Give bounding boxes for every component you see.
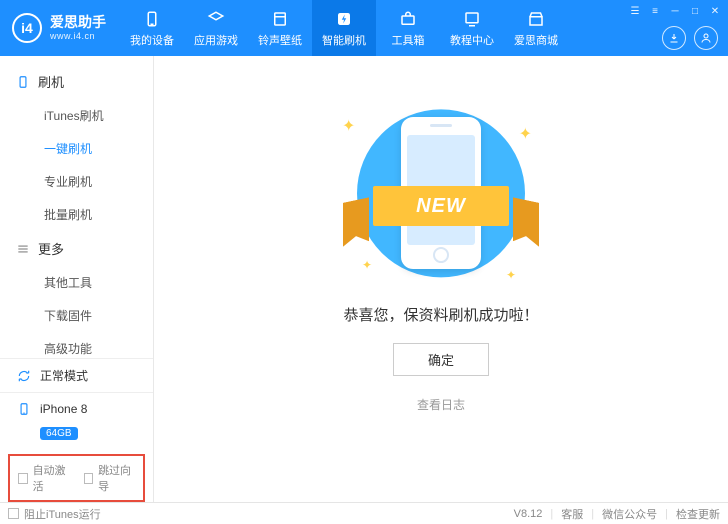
highlighted-options: 自动激活 跳过向导 xyxy=(8,454,145,502)
mode-label: 正常模式 xyxy=(40,367,88,384)
phone-icon xyxy=(16,401,32,417)
ok-button[interactable]: 确定 xyxy=(393,343,489,376)
support-link[interactable]: 客服 xyxy=(561,506,583,522)
success-message: 恭喜您，保资料刷机成功啦！ xyxy=(343,304,538,325)
check-update-link[interactable]: 检查更新 xyxy=(676,506,720,522)
main-nav: 我的设备 应用游戏 铃声壁纸 智能刷机 工具箱 教程中心 爱思商城 xyxy=(120,0,568,56)
ringtone-icon xyxy=(270,9,290,29)
device-name: iPhone 8 xyxy=(40,402,87,416)
apps-icon xyxy=(206,9,226,29)
wechat-link[interactable]: 微信公众号 xyxy=(602,506,657,522)
nav-my-device[interactable]: 我的设备 xyxy=(120,0,184,56)
sidebar-item-pro-flash[interactable]: 专业刷机 xyxy=(0,165,153,198)
minimize-icon[interactable]: ─ xyxy=(668,4,682,18)
menu-icon[interactable]: ≡ xyxy=(648,4,662,18)
block-itunes-checkbox[interactable]: 阻止iTunes运行 xyxy=(8,506,101,522)
success-illustration: NEW ✦ ✦ ✦ ✦ xyxy=(326,90,556,290)
skin-icon[interactable]: ☰ xyxy=(628,4,642,18)
device-row[interactable]: iPhone 8 64GB xyxy=(0,392,153,448)
sidebar-group-flash[interactable]: 刷机 xyxy=(0,64,153,99)
app-url: www.i4.cn xyxy=(50,31,106,42)
maximize-icon[interactable]: □ xyxy=(688,4,702,18)
sidebar: 刷机 iTunes刷机 一键刷机 专业刷机 批量刷机 更多 其他工具 下载固件 … xyxy=(0,56,154,502)
capacity-badge: 64GB xyxy=(40,427,78,440)
status-bar: 阻止iTunes运行 V8.12 | 客服 | 微信公众号 | 检查更新 xyxy=(0,502,728,524)
user-icon[interactable] xyxy=(694,26,718,50)
nav-label: 爱思商城 xyxy=(514,32,558,48)
nav-store[interactable]: 爱思商城 xyxy=(504,0,568,56)
nav-label: 铃声壁纸 xyxy=(258,32,302,48)
sidebar-item-batch-flash[interactable]: 批量刷机 xyxy=(0,198,153,231)
app-name: 爱思助手 xyxy=(50,14,106,31)
list-icon xyxy=(16,242,30,256)
auto-activate-checkbox[interactable]: 自动激活 xyxy=(18,462,70,494)
nav-label: 应用游戏 xyxy=(194,32,238,48)
download-icon[interactable] xyxy=(662,26,686,50)
phone-outline-icon xyxy=(16,75,30,89)
sparkle-icon: ✦ xyxy=(506,268,516,282)
sparkle-icon: ✦ xyxy=(342,116,355,136)
sidebar-item-download-fw[interactable]: 下载固件 xyxy=(0,299,153,332)
refresh-icon xyxy=(16,368,32,384)
nav-label: 教程中心 xyxy=(450,32,494,48)
nav-flash[interactable]: 智能刷机 xyxy=(312,0,376,56)
title-bar: i4 爱思助手 www.i4.cn 我的设备 应用游戏 铃声壁纸 智能刷机 工具… xyxy=(0,0,728,56)
nav-apps[interactable]: 应用游戏 xyxy=(184,0,248,56)
skip-wizard-checkbox[interactable]: 跳过向导 xyxy=(84,462,136,494)
main-content: NEW ✦ ✦ ✦ ✦ 恭喜您，保资料刷机成功啦！ 确定 查看日志 xyxy=(154,56,728,502)
view-log-link[interactable]: 查看日志 xyxy=(417,396,465,413)
nav-label: 工具箱 xyxy=(392,32,425,48)
version-label: V8.12 xyxy=(514,508,543,520)
sidebar-group-more[interactable]: 更多 xyxy=(0,231,153,266)
tutorial-icon xyxy=(462,9,482,29)
sidebar-group-title: 刷机 xyxy=(38,72,64,91)
nav-tutorial[interactable]: 教程中心 xyxy=(440,0,504,56)
nav-ringtone[interactable]: 铃声壁纸 xyxy=(248,0,312,56)
nav-label: 智能刷机 xyxy=(322,32,366,48)
sidebar-item-itunes-flash[interactable]: iTunes刷机 xyxy=(0,99,153,132)
sidebar-item-oneclick-flash[interactable]: 一键刷机 xyxy=(0,132,153,165)
store-icon xyxy=(526,9,546,29)
nav-label: 我的设备 xyxy=(130,32,174,48)
close-icon[interactable]: ✕ xyxy=(708,4,722,18)
device-icon xyxy=(142,9,162,29)
sidebar-group-title: 更多 xyxy=(38,239,64,258)
window-controls: ☰ ≡ ─ □ ✕ xyxy=(628,4,722,18)
logo-area: i4 爱思助手 www.i4.cn xyxy=(0,13,120,43)
logo-icon: i4 xyxy=(12,13,42,43)
toolbox-icon xyxy=(398,9,418,29)
nav-toolbox[interactable]: 工具箱 xyxy=(376,0,440,56)
sparkle-icon: ✦ xyxy=(362,258,372,272)
sidebar-item-other-tools[interactable]: 其他工具 xyxy=(0,266,153,299)
flash-icon xyxy=(334,9,354,29)
sparkle-icon: ✦ xyxy=(519,124,532,144)
mode-row[interactable]: 正常模式 xyxy=(0,358,153,392)
sidebar-item-advanced[interactable]: 高级功能 xyxy=(0,332,153,358)
new-ribbon: NEW xyxy=(373,186,509,226)
